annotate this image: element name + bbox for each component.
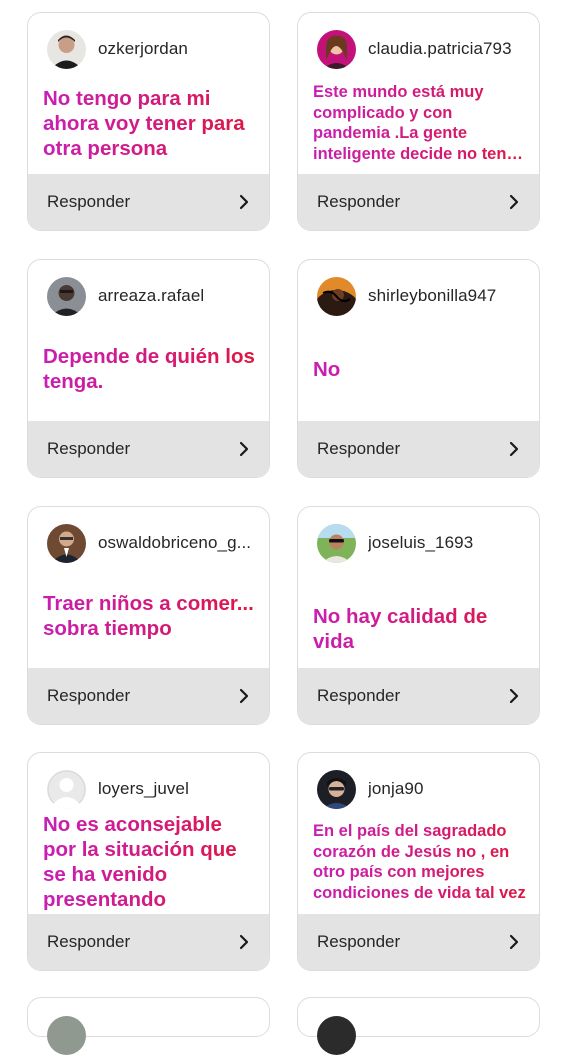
user-row[interactable]: jonja90: [317, 769, 424, 809]
username[interactable]: arreaza.rafael: [98, 286, 204, 306]
avatar[interactable]: [317, 1016, 356, 1055]
response-card[interactable]: ozkerjordan No tengo para mi ahora voy t…: [27, 12, 270, 231]
answer-text: Este mundo está muy complicado y con pan…: [313, 82, 529, 164]
user-row[interactable]: oswaldobriceno_g...: [47, 523, 251, 563]
username[interactable]: joseluis_1693: [368, 533, 473, 553]
user-row[interactable]: shirleybonilla947: [317, 276, 496, 316]
answer-text: En el país del sagradado corazón de Jesú…: [313, 821, 529, 903]
chevron-right-icon: [237, 934, 251, 950]
reply-button[interactable]: Responder: [28, 914, 269, 970]
response-card[interactable]: arreaza.rafael Depende de quién los teng…: [27, 259, 270, 478]
avatar[interactable]: [47, 769, 86, 809]
response-card[interactable]: loyers_juvel No es aconsejable por la si…: [27, 752, 270, 971]
reply-label: Responder: [47, 932, 131, 951]
chevron-right-icon: [507, 441, 521, 457]
response-body: shirleybonilla947 No: [298, 260, 539, 422]
chevron-right-icon: [507, 934, 521, 950]
avatar[interactable]: [317, 523, 356, 563]
user-row[interactable]: loyers_juvel: [47, 769, 189, 809]
user-row[interactable]: arreaza.rafael: [47, 276, 204, 316]
username[interactable]: oswaldobriceno_g...: [98, 533, 251, 553]
avatar[interactable]: [47, 276, 86, 316]
reply-label: Responder: [317, 686, 401, 705]
username[interactable]: shirleybonilla947: [368, 286, 496, 306]
answer-text: No hay calidad de vida: [313, 604, 529, 654]
response-body: jonja90 En el país del sagradado corazón…: [298, 753, 539, 915]
answer-text: No tengo para mi ahora voy tener para ot…: [43, 86, 259, 161]
reply-button[interactable]: Responder: [298, 421, 539, 477]
user-row[interactable]: ozkerjordan: [47, 29, 188, 69]
avatar[interactable]: [47, 29, 86, 69]
reply-label: Responder: [317, 932, 401, 951]
avatar[interactable]: [317, 769, 356, 809]
response-card[interactable]: jonja90 En el país del sagradado corazón…: [297, 752, 540, 971]
response-card[interactable]: claudia.patricia793 Este mundo está muy …: [297, 12, 540, 231]
user-row[interactable]: claudia.patricia793: [317, 29, 512, 69]
reply-button[interactable]: Responder: [298, 668, 539, 724]
answer-text: Traer niños a comer... sobra tiempo: [43, 591, 259, 641]
reply-label: Responder: [317, 439, 401, 458]
chevron-right-icon: [507, 194, 521, 210]
avatar[interactable]: [47, 523, 86, 563]
avatar[interactable]: [47, 1016, 86, 1055]
username[interactable]: loyers_juvel: [98, 779, 189, 799]
chevron-right-icon: [507, 688, 521, 704]
reply-button[interactable]: Responder: [28, 174, 269, 230]
response-body: ozkerjordan No tengo para mi ahora voy t…: [28, 13, 269, 175]
reply-label: Responder: [317, 192, 401, 211]
response-card[interactable]: shirleybonilla947 No Responder: [297, 259, 540, 478]
response-body: oswaldobriceno_g... Traer niños a comer.…: [28, 507, 269, 669]
reply-button[interactable]: Responder: [298, 914, 539, 970]
response-card[interactable]: oswaldobriceno_g... Traer niños a comer.…: [27, 506, 270, 725]
username[interactable]: jonja90: [368, 779, 424, 799]
username[interactable]: claudia.patricia793: [368, 39, 512, 59]
response-card-partial[interactable]: [297, 997, 540, 1055]
username[interactable]: ozkerjordan: [98, 39, 188, 59]
question-responses-grid: ozkerjordan No tengo para mi ahora voy t…: [0, 0, 566, 1055]
chevron-right-icon: [237, 194, 251, 210]
reply-label: Responder: [47, 192, 131, 211]
reply-label: Responder: [47, 439, 131, 458]
response-body: joseluis_1693 No hay calidad de vida: [298, 507, 539, 669]
response-body: loyers_juvel No es aconsejable por la si…: [28, 753, 269, 936]
chevron-right-icon: [237, 441, 251, 457]
reply-button[interactable]: Responder: [298, 174, 539, 230]
answer-text: Depende de quién los tenga.: [43, 344, 259, 394]
response-body: arreaza.rafael Depende de quién los teng…: [28, 260, 269, 422]
response-card-partial[interactable]: [27, 997, 270, 1055]
chevron-right-icon: [237, 688, 251, 704]
user-row[interactable]: joseluis_1693: [317, 523, 473, 563]
avatar[interactable]: [317, 29, 356, 69]
response-body: claudia.patricia793 Este mundo está muy …: [298, 13, 539, 175]
answer-text: No: [313, 357, 529, 382]
response-card[interactable]: joseluis_1693 No hay calidad de vida Res…: [297, 506, 540, 725]
reply-button[interactable]: Responder: [28, 668, 269, 724]
reply-button[interactable]: Responder: [28, 421, 269, 477]
avatar[interactable]: [317, 276, 356, 316]
reply-label: Responder: [47, 686, 131, 705]
